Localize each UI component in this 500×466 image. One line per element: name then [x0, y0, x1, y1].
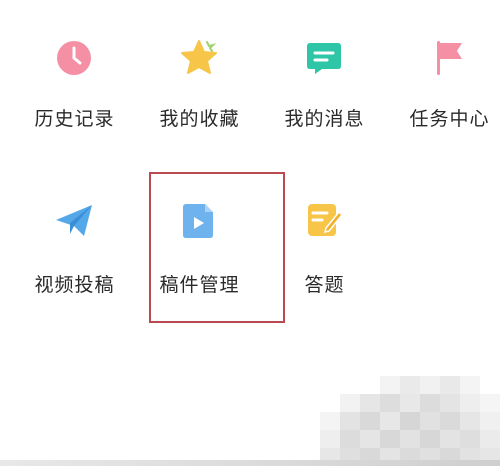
- edit-note-icon: [308, 204, 344, 236]
- menu-item-task-center[interactable]: 任务中心: [387, 0, 500, 150]
- menu-item-quiz[interactable]: 答题: [262, 0, 387, 296]
- pixelated-watermark: [320, 376, 500, 466]
- paper-plane-icon: [56, 205, 92, 236]
- menu-item-label: 视频投稿: [34, 274, 115, 296]
- menu-item-video-submit[interactable]: 视频投稿: [12, 0, 137, 296]
- menu-item-label: 任务中心: [409, 108, 490, 130]
- highlight-box: [149, 172, 285, 323]
- flag-icon: [437, 41, 462, 75]
- bottom-edge-bar: [0, 460, 500, 466]
- menu-item-manuscript-manage[interactable]: 稿件管理: [137, 0, 262, 296]
